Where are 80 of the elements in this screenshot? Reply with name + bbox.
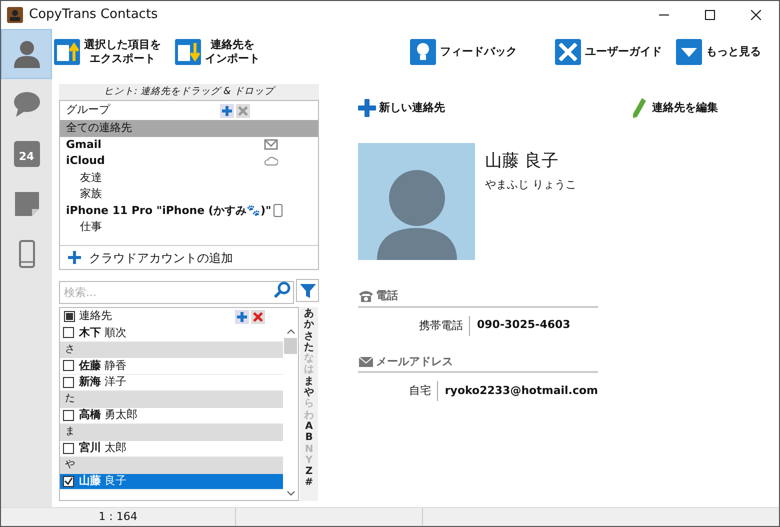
edit-contact-button[interactable]: 連絡先を編集 bbox=[632, 98, 718, 118]
section-header: ま bbox=[60, 424, 283, 440]
group-item[interactable]: 友達 bbox=[60, 170, 318, 186]
maximize-icon bbox=[705, 10, 715, 20]
group-item[interactable]: 全ての連絡先 bbox=[60, 120, 318, 136]
column-header: グループ bbox=[66, 102, 110, 118]
person-icon bbox=[12, 39, 42, 69]
cloud-icon bbox=[264, 154, 278, 168]
contact-row[interactable]: 佐藤 静香 bbox=[60, 358, 283, 374]
toolbar-button[interactable]: ユーザーガイド bbox=[555, 39, 662, 65]
caret-icon bbox=[676, 39, 702, 65]
index-letter[interactable]: ま bbox=[304, 376, 314, 388]
contact-row[interactable]: 山藤 良子 bbox=[60, 474, 283, 490]
field-label: 携帯電話 bbox=[358, 316, 470, 336]
telephone-icon bbox=[358, 289, 374, 304]
search-icon bbox=[273, 281, 291, 299]
section-header: た bbox=[60, 391, 283, 408]
index-letter[interactable]: Z bbox=[305, 466, 313, 478]
section-title: 電話 bbox=[376, 288, 398, 304]
plus-icon bbox=[68, 251, 81, 264]
delete-contact-button[interactable] bbox=[251, 310, 265, 324]
scroll-up-icon[interactable] bbox=[286, 329, 294, 334]
group-item[interactable]: iPhone 11 Pro "iPhone (かすみ🐾)" bbox=[60, 202, 318, 219]
add-group-button[interactable] bbox=[220, 104, 234, 118]
field-value: ryoko2233@hotmail.com bbox=[444, 382, 598, 399]
lightbulb-icon bbox=[410, 39, 436, 65]
checkbox[interactable] bbox=[63, 360, 74, 372]
index-letter[interactable]: B bbox=[305, 432, 313, 444]
envelope-icon bbox=[358, 354, 374, 369]
group-item[interactable]: iCloud bbox=[60, 153, 318, 170]
index-letter[interactable]: か bbox=[304, 319, 314, 331]
new-contact-button[interactable]: 新しい連絡先 bbox=[358, 99, 445, 117]
section-header: さ bbox=[60, 342, 283, 358]
group-item[interactable]: Gmail bbox=[60, 136, 318, 153]
checkbox[interactable] bbox=[63, 376, 74, 388]
tools-icon bbox=[555, 39, 581, 65]
phone-icon bbox=[271, 204, 286, 218]
plus-icon bbox=[358, 99, 376, 117]
section-title: メールアドレス bbox=[376, 354, 453, 370]
contact-reading: やまふじ りょうこ bbox=[485, 176, 576, 192]
column-header: 連絡先 bbox=[79, 308, 112, 324]
toolbar-button[interactable]: フィードバック bbox=[410, 39, 517, 65]
speech-bubble-icon bbox=[12, 89, 42, 119]
add-account-button[interactable]: クラウドアカウントの追加 bbox=[60, 245, 318, 269]
index-letter[interactable]: あ bbox=[304, 308, 314, 320]
calendar-icon: 24 bbox=[14, 141, 40, 167]
status-count: 1 : 164 bbox=[98, 508, 138, 525]
scroll-down-icon[interactable] bbox=[286, 491, 294, 496]
field-value: 090-3025-4603 bbox=[476, 317, 570, 334]
index-letter[interactable]: A bbox=[305, 420, 313, 432]
checkbox[interactable] bbox=[63, 442, 74, 454]
delete-group-button[interactable] bbox=[236, 104, 250, 118]
close-icon bbox=[751, 10, 761, 20]
toolbar-button[interactable]: もっと見る bbox=[676, 39, 761, 65]
section-header: や bbox=[60, 457, 283, 474]
field-label: 自宅 bbox=[358, 381, 438, 401]
group-item[interactable]: 家族 bbox=[60, 186, 318, 202]
index-letter[interactable]: さ bbox=[304, 330, 314, 342]
index-letter[interactable]: や bbox=[304, 387, 314, 398]
sidebar-tab[interactable] bbox=[1, 29, 52, 79]
window-title: CopyTrans Contacts bbox=[29, 6, 158, 24]
group-item[interactable]: 仕事 bbox=[60, 219, 318, 236]
checkbox[interactable] bbox=[63, 327, 74, 338]
pencil-icon bbox=[632, 98, 646, 118]
sidebar-tab[interactable]: 24 bbox=[1, 129, 52, 179]
filter-button[interactable] bbox=[296, 279, 319, 302]
toolbar-button[interactable]: 選択した項目を エクスポート bbox=[54, 38, 161, 66]
mail-icon bbox=[264, 138, 278, 152]
contact-name: 山藤 良子 bbox=[485, 150, 560, 173]
app-icon bbox=[7, 7, 23, 23]
checkbox[interactable] bbox=[63, 410, 74, 421]
index-letter[interactable]: # bbox=[304, 477, 314, 489]
index-letter[interactable]: た bbox=[304, 342, 314, 354]
checkbox[interactable] bbox=[63, 476, 74, 487]
add-contact-button[interactable] bbox=[235, 310, 249, 324]
select-all-checkbox[interactable] bbox=[64, 311, 75, 322]
toolbar-button[interactable]: 連絡先を インポート bbox=[175, 38, 260, 66]
scroll-thumb[interactable] bbox=[284, 338, 297, 354]
search-field[interactable]: 検索... bbox=[59, 281, 294, 304]
hint-bar: ヒント: 連絡先をドラッグ & ドロップ bbox=[59, 84, 319, 100]
